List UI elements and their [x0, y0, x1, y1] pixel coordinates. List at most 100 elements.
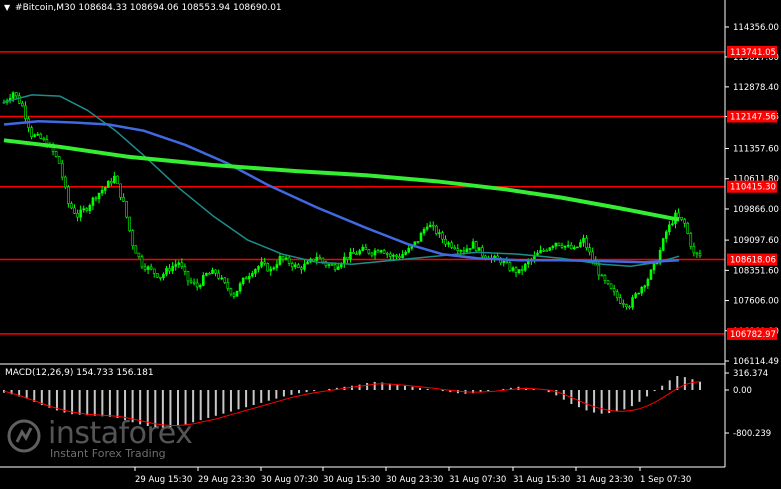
candle-body: [618, 297, 622, 304]
candle-body: [73, 207, 76, 214]
candle-body: [266, 263, 269, 272]
candle-body: [566, 244, 570, 247]
candle-body: [471, 241, 475, 249]
candle-body: [186, 270, 190, 282]
candle-body: [300, 267, 303, 270]
candle-body: [536, 252, 539, 256]
candle-body: [159, 276, 162, 279]
candle-body: [201, 275, 205, 286]
candle-body: [431, 224, 435, 227]
candle-body: [217, 272, 220, 279]
candle-body: [33, 134, 36, 137]
candle-body: [131, 230, 135, 247]
watermark-brand: instaforex: [48, 416, 193, 451]
price-tick-label: 109866.00: [733, 205, 779, 215]
candle-body: [257, 266, 260, 270]
time-tick-label: 30 Aug 23:30: [386, 475, 443, 485]
candle-body: [254, 269, 257, 274]
price-tick-label: 106114.49: [733, 357, 779, 367]
candle-body: [358, 250, 361, 255]
candle-body: [692, 246, 696, 254]
candle-body: [671, 223, 674, 226]
candle-body: [603, 275, 607, 282]
candle-body: [171, 266, 174, 272]
candle-body: [373, 250, 377, 256]
candle-body: [327, 264, 331, 266]
candle-body: [330, 264, 334, 266]
candle-body: [244, 277, 248, 280]
candle-body: [140, 256, 144, 268]
candle-body: [545, 250, 548, 252]
candle-body: [232, 293, 236, 297]
candle-body: [229, 288, 233, 295]
candle-body: [21, 102, 24, 107]
candle-body: [352, 252, 355, 255]
time-tick-label: 1 Sep 07:30: [640, 475, 691, 485]
candle-body: [502, 260, 506, 263]
candle-body: [585, 237, 588, 249]
candle-body: [156, 273, 159, 278]
candle-body: [511, 267, 515, 271]
candle-body: [315, 256, 319, 261]
candle-body: [205, 273, 208, 276]
candle-body: [600, 274, 604, 277]
level-label: 110415.30: [730, 183, 776, 193]
candle-body: [401, 254, 404, 259]
candle-body: [474, 241, 478, 251]
candle-body: [582, 237, 585, 243]
candle-body: [103, 187, 107, 191]
candle-body: [465, 248, 469, 253]
candle-body: [520, 269, 524, 271]
dropdown-triangle-icon[interactable]: ▼: [4, 3, 10, 12]
candle-body: [557, 242, 561, 246]
candle-body: [634, 293, 637, 298]
candle-body: [376, 250, 380, 253]
candle-body: [560, 245, 564, 248]
candle-body: [192, 281, 196, 284]
candle-body: [389, 253, 392, 257]
candle-body: [576, 246, 579, 249]
candle-body: [290, 263, 294, 268]
price-tick-label: 109097.60: [733, 236, 779, 246]
candle-body: [119, 183, 122, 198]
candle-body: [493, 255, 496, 259]
candle-body: [677, 212, 680, 218]
candle-body: [370, 252, 374, 256]
candle-body: [680, 216, 683, 220]
candle-body: [539, 250, 542, 254]
candle-body: [698, 253, 702, 257]
candle-body: [143, 266, 147, 270]
candle-body: [42, 138, 46, 140]
candle-body: [336, 266, 340, 270]
candle-body: [668, 224, 671, 233]
candle-body: [57, 156, 61, 164]
candle-body: [447, 242, 450, 245]
candle-body: [625, 304, 628, 308]
candle-body: [548, 247, 552, 251]
candle-body: [646, 279, 650, 287]
candle-body: [428, 224, 432, 228]
candle-body: [36, 133, 40, 136]
candle-body: [438, 232, 441, 234]
candle-body: [226, 282, 230, 289]
candle-body: [505, 260, 509, 263]
candle-body: [220, 277, 223, 280]
candle-body: [223, 277, 227, 283]
candle-body: [122, 197, 125, 202]
candle-body: [91, 197, 95, 206]
candle-body: [85, 208, 89, 211]
chart-header: ▼ #Bitcoin,M30 108684.33 108694.06 10855…: [4, 3, 282, 13]
time-tick-label: 30 Aug 15:30: [323, 475, 380, 485]
time-tick-label: 31 Aug 23:30: [576, 475, 633, 485]
candle-body: [195, 282, 199, 288]
candle-body: [422, 228, 426, 234]
candle-body: [177, 262, 181, 265]
candle-body: [30, 127, 33, 137]
candle-body: [364, 246, 368, 250]
candle-body: [113, 175, 116, 184]
candle-body: [318, 256, 322, 259]
candle-body: [628, 306, 631, 309]
candle-body: [631, 297, 634, 308]
candle-body: [312, 258, 315, 261]
candle-body: [260, 261, 263, 267]
